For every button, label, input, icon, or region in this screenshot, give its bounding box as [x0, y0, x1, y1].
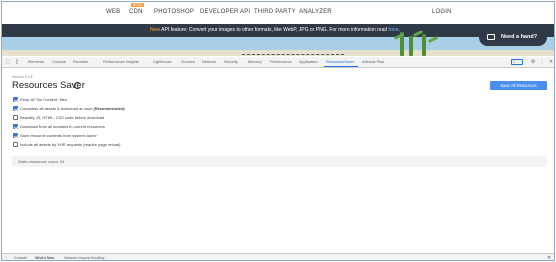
- option-label: Keep all "No Content" files: [20, 96, 67, 102]
- option-label: Download from all domains in current res…: [20, 123, 105, 129]
- dashed-divider: [242, 54, 344, 55]
- option-label: Compress all assets & download at once (…: [20, 105, 125, 111]
- banner-text: New API feature: Convert your images to …: [150, 27, 400, 33]
- announcement-banner: New API feature: Convert your images to …: [2, 24, 554, 37]
- tab-lighthouse[interactable]: Lighthouse: [153, 60, 172, 64]
- devtools-drawer: ⋮ Console What's New Network request blo…: [2, 253, 554, 260]
- chat-icon: [487, 34, 495, 40]
- drawer-tab-network-request-blocking[interactable]: Network request blocking: [64, 256, 104, 260]
- tab-security[interactable]: Security: [224, 60, 238, 64]
- nav-cdn[interactable]: CDN: [129, 9, 143, 15]
- drawer-tab-whats-new[interactable]: What's New: [35, 256, 54, 260]
- nav-photoshop[interactable]: PHOTOSHOP: [154, 9, 194, 15]
- nav-developer-api[interactable]: DEVELOPER API: [200, 9, 250, 15]
- tab-network[interactable]: Network: [202, 60, 216, 64]
- tab-performance[interactable]: Performance: [270, 60, 292, 64]
- nav-web[interactable]: WEB: [106, 9, 120, 15]
- status-box: Static resources count: 94: [12, 156, 547, 167]
- tab-recorder[interactable]: Recorder: [73, 60, 89, 64]
- device-icon[interactable]: ▯: [14, 59, 20, 65]
- login-link[interactable]: LOGIN: [432, 9, 452, 15]
- drawer-menu-icon[interactable]: ⋮: [5, 256, 9, 260]
- active-tab-indicator: [324, 66, 358, 67]
- checkbox[interactable]: [13, 97, 18, 102]
- tab-resourcessaver[interactable]: ResourcesSaver: [326, 60, 354, 64]
- refresh-icon[interactable]: [74, 82, 81, 89]
- tab-memory[interactable]: Memory: [248, 60, 262, 64]
- issues-badge[interactable]: 1: [511, 59, 523, 65]
- checkbox[interactable]: [13, 142, 18, 147]
- site-nav: WEB CDN BETA PHOTOSHOP DEVELOPER API THI…: [2, 2, 554, 24]
- checkbox[interactable]: [13, 106, 18, 111]
- issues-count: 1: [513, 60, 515, 64]
- status-text: Static resources count: 94: [18, 159, 65, 164]
- option-label: Save resource contents from system cache: [20, 132, 97, 138]
- drawer-close-icon[interactable]: ✕: [547, 255, 551, 260]
- tab-adblock-plus[interactable]: Adblock Plus: [362, 60, 384, 64]
- drawer-tab-console[interactable]: Console: [14, 256, 27, 260]
- banner-highlight: New: [150, 27, 161, 33]
- devtools-tab-bar: ⬚ ▯ Elements Console Recorder Performanc…: [2, 57, 554, 68]
- resource-count: 94: [59, 159, 65, 164]
- tab-application[interactable]: Application: [299, 60, 318, 64]
- version-label: Version 3.1.8: [12, 75, 33, 79]
- tab-console[interactable]: Console: [52, 60, 66, 64]
- app-window: WEB CDN BETA PHOTOSHOP DEVELOPER API THI…: [1, 1, 555, 261]
- checkbox[interactable]: [13, 133, 18, 138]
- resources-saver-panel: Version 3.1.8 Resources Saver Save All R…: [2, 68, 554, 253]
- inspect-icon[interactable]: ⬚: [5, 59, 11, 65]
- gear-icon[interactable]: ⚙: [530, 59, 536, 65]
- tab-performance-insights[interactable]: Performance insights: [103, 60, 139, 64]
- bamboo-stalk: [422, 34, 426, 56]
- more-icon[interactable]: ⋮: [539, 59, 545, 65]
- tab-sources[interactable]: Sources: [181, 60, 195, 64]
- beta-badge: BETA: [131, 3, 144, 7]
- hero-ground: [2, 50, 554, 56]
- save-all-resources-button[interactable]: Save All Resources: [490, 81, 547, 90]
- banner-message: API feature: Convert your images to othe…: [160, 27, 389, 33]
- tab-elements[interactable]: Elements: [28, 60, 44, 64]
- nav-third-party[interactable]: THIRD PARTY: [254, 9, 296, 15]
- bamboo-stalk: [409, 36, 413, 56]
- option-label: Include all assets by XHR requests (requ…: [20, 141, 121, 147]
- close-icon[interactable]: ✕: [548, 59, 554, 65]
- option-label: Beautify JS, HTML, CSS code before downl…: [20, 114, 105, 120]
- help-chat-button[interactable]: Need a hand?: [479, 29, 547, 46]
- checkbox[interactable]: [13, 124, 18, 129]
- help-button-label: Need a hand?: [501, 34, 538, 40]
- checkbox[interactable]: [13, 115, 18, 120]
- banner-link[interactable]: here: [389, 27, 399, 33]
- nav-analyzer[interactable]: ANALYZER: [299, 9, 332, 15]
